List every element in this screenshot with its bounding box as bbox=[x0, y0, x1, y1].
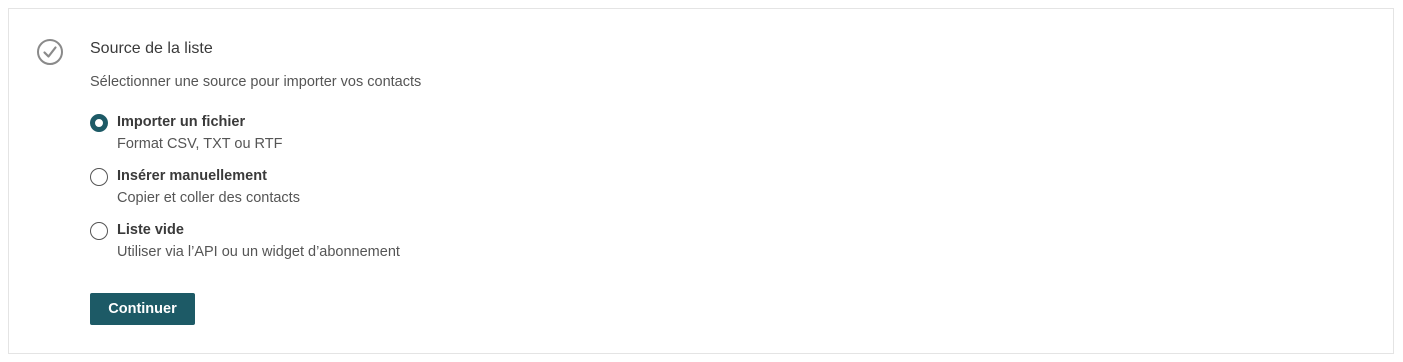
source-options: Importer un fichier Format CSV, TXT ou R… bbox=[90, 113, 1290, 275]
list-source-card: Source de la liste Sélectionner une sour… bbox=[8, 8, 1394, 354]
radio-empty-list[interactable] bbox=[90, 222, 108, 240]
option-insert-manually[interactable]: Insérer manuellement Copier et coller de… bbox=[90, 167, 1290, 221]
option-label: Liste vide bbox=[117, 222, 184, 238]
radio-insert-manually[interactable] bbox=[90, 168, 108, 186]
radio-import-file[interactable] bbox=[90, 114, 108, 132]
option-label: Importer un fichier bbox=[117, 114, 246, 130]
check-circle-icon bbox=[36, 38, 64, 66]
step-title: Source de la liste bbox=[90, 40, 213, 57]
step-subtitle: Sélectionner une source pour importer vo… bbox=[90, 74, 422, 90]
step-content: Source de la liste Sélectionner une sour… bbox=[90, 39, 1290, 275]
option-import-file[interactable]: Importer un fichier Format CSV, TXT ou R… bbox=[90, 113, 1290, 167]
option-description: Format CSV, TXT ou RTF bbox=[117, 136, 283, 152]
option-empty-list[interactable]: Liste vide Utiliser via l’API ou un widg… bbox=[90, 221, 1290, 275]
option-label: Insérer manuellement bbox=[117, 168, 267, 184]
option-description: Utiliser via l’API ou un widget d’abonne… bbox=[117, 244, 400, 260]
option-description: Copier et coller des contacts bbox=[117, 190, 300, 206]
continue-button[interactable]: Continuer bbox=[90, 293, 195, 325]
